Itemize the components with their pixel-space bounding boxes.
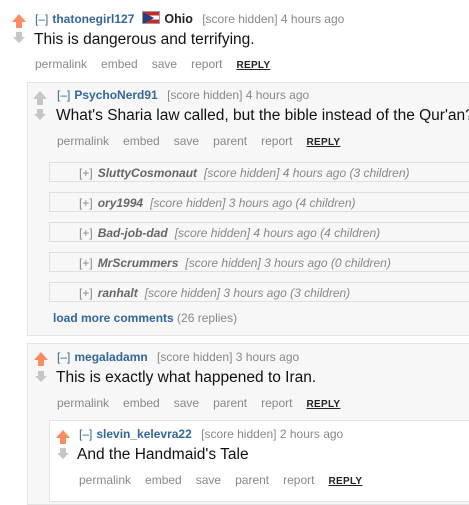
- embed-link[interactable]: embed: [145, 473, 182, 487]
- collapsed-comment-row[interactable]: [+] MrScrummers [score hidden] 3 hours ago…: [49, 252, 469, 272]
- collapsed-info: [score hidden] 4 hours ago (3 children): [204, 166, 410, 180]
- comment-body: This is dangerous and terrifying.: [34, 31, 255, 48]
- comment-actions: permalink embed save parent report REPLY: [57, 396, 354, 410]
- embed-link[interactable]: embed: [101, 57, 138, 71]
- comment-body: And the Handmaid's Tale: [77, 446, 249, 463]
- downvote-arrow-icon[interactable]: [35, 371, 47, 382]
- collapse-toggle[interactable]: [–]: [57, 350, 70, 364]
- report-link[interactable]: report: [261, 396, 292, 410]
- expand-toggle[interactable]: [+]: [79, 166, 93, 180]
- collapsed-author[interactable]: ranhalt: [98, 286, 138, 300]
- user-flair: Ohio: [164, 12, 193, 26]
- parent-link[interactable]: parent: [213, 396, 247, 410]
- permalink-link[interactable]: permalink: [35, 57, 87, 71]
- collapsed-comment-row[interactable]: [+] Bad-job-dad [score hidden] 4 hours ago…: [49, 222, 469, 242]
- score: [score hidden]: [157, 350, 233, 364]
- load-more-link[interactable]: load more comments: [53, 311, 174, 325]
- save-link[interactable]: save: [174, 396, 199, 410]
- collapsed-comment-row[interactable]: [+] SluttyCosmonaut [score hidden] 4 hours…: [49, 162, 469, 182]
- score: [score hidden]: [201, 427, 277, 441]
- save-link[interactable]: save: [174, 134, 199, 148]
- expand-toggle[interactable]: [+]: [79, 196, 93, 210]
- save-link[interactable]: save: [152, 57, 177, 71]
- comment-body: This is exactly what happened to Iran.: [56, 369, 317, 386]
- collapsed-info: [score hidden] 3 hours ago (0 children): [185, 256, 391, 270]
- upvote-arrow-icon[interactable]: [12, 14, 26, 28]
- permalink-link[interactable]: permalink: [57, 396, 109, 410]
- collapsed-author[interactable]: Bad-job-dad: [98, 226, 168, 240]
- report-link[interactable]: report: [261, 134, 292, 148]
- embed-link[interactable]: embed: [123, 396, 160, 410]
- expand-toggle[interactable]: [+]: [79, 286, 93, 300]
- parent-link[interactable]: parent: [213, 134, 247, 148]
- comment-author[interactable]: megaladamn: [74, 350, 147, 364]
- expand-toggle[interactable]: [+]: [79, 226, 93, 240]
- collapse-toggle[interactable]: [–]: [57, 88, 70, 102]
- upvote-arrow-icon[interactable]: [56, 430, 70, 444]
- parent-link[interactable]: parent: [235, 473, 269, 487]
- collapse-toggle[interactable]: [–]: [79, 427, 92, 441]
- score: [score hidden]: [167, 88, 243, 102]
- comment-author[interactable]: slevin_kelevra22: [96, 427, 191, 441]
- collapse-toggle[interactable]: [–]: [35, 12, 48, 26]
- permalink-link[interactable]: permalink: [79, 473, 131, 487]
- collapsed-author[interactable]: ory1994: [98, 196, 143, 210]
- comment-body: What's Sharia law called, but the bible …: [56, 107, 469, 124]
- reply-button[interactable]: REPLY: [328, 476, 362, 487]
- embed-link[interactable]: embed: [123, 134, 160, 148]
- collapsed-info: [score hidden] 4 hours ago (4 children): [174, 226, 381, 240]
- reply-button[interactable]: REPLY: [306, 399, 340, 410]
- collapsed-comment-row[interactable]: [+] ranhalt [score hidden] 3 hours ago (3 …: [49, 282, 469, 302]
- collapsed-author[interactable]: SluttyCosmonaut: [98, 166, 197, 180]
- reply-button[interactable]: REPLY: [306, 137, 340, 148]
- ohio-flag-icon: [142, 11, 161, 24]
- collapsed-info: [score hidden] 3 hours ago (4 children): [150, 196, 356, 210]
- collapsed-info: [score hidden] 3 hours ago (3 children): [144, 286, 351, 300]
- upvote-arrow-icon[interactable]: [33, 91, 47, 105]
- collapsed-comment-row[interactable]: [+] ory1994 [score hidden] 3 hours ago (4 …: [49, 192, 469, 212]
- load-more-count: (26 replies): [177, 311, 238, 325]
- comment-author[interactable]: PsychoNerd91: [74, 88, 157, 102]
- comment-actions: permalink embed save parent report REPLY: [57, 134, 354, 148]
- upvote-arrow-icon[interactable]: [34, 352, 48, 366]
- timestamp: 2 hours ago: [279, 427, 344, 441]
- report-link[interactable]: report: [191, 57, 222, 71]
- comment-meta: [–] slevin_kelevra22 [score hidden] 2 hou…: [79, 427, 343, 441]
- timestamp: 4 hours ago: [245, 88, 310, 102]
- comment-meta: [–] PsychoNerd91 [score hidden] 4 hours a…: [57, 88, 309, 102]
- save-link[interactable]: save: [196, 473, 221, 487]
- comment-meta: [–] megaladamn [score hidden] 3 hours ago: [57, 350, 299, 364]
- load-more-comments: load more comments (26 replies): [53, 311, 237, 325]
- comment-actions: permalink embed save parent report REPLY: [79, 473, 376, 487]
- timestamp: 4 hours ago: [280, 12, 345, 26]
- timestamp: 3 hours ago: [235, 350, 300, 364]
- comment-meta: [–] thatonegirl127 Ohio [score hidden] 4 h…: [35, 11, 344, 26]
- comment-actions: permalink embed save report REPLY: [35, 57, 284, 71]
- permalink-link[interactable]: permalink: [57, 134, 109, 148]
- reply-button[interactable]: REPLY: [236, 60, 270, 71]
- downvote-arrow-icon[interactable]: [13, 32, 25, 43]
- score: [score hidden]: [202, 12, 278, 26]
- report-link[interactable]: report: [283, 473, 314, 487]
- downvote-arrow-icon[interactable]: [34, 109, 46, 120]
- comment-author[interactable]: thatonegirl127: [52, 12, 134, 26]
- collapsed-author[interactable]: MrScrummers: [98, 256, 179, 270]
- downvote-arrow-icon[interactable]: [57, 448, 69, 459]
- expand-toggle[interactable]: [+]: [79, 256, 93, 270]
